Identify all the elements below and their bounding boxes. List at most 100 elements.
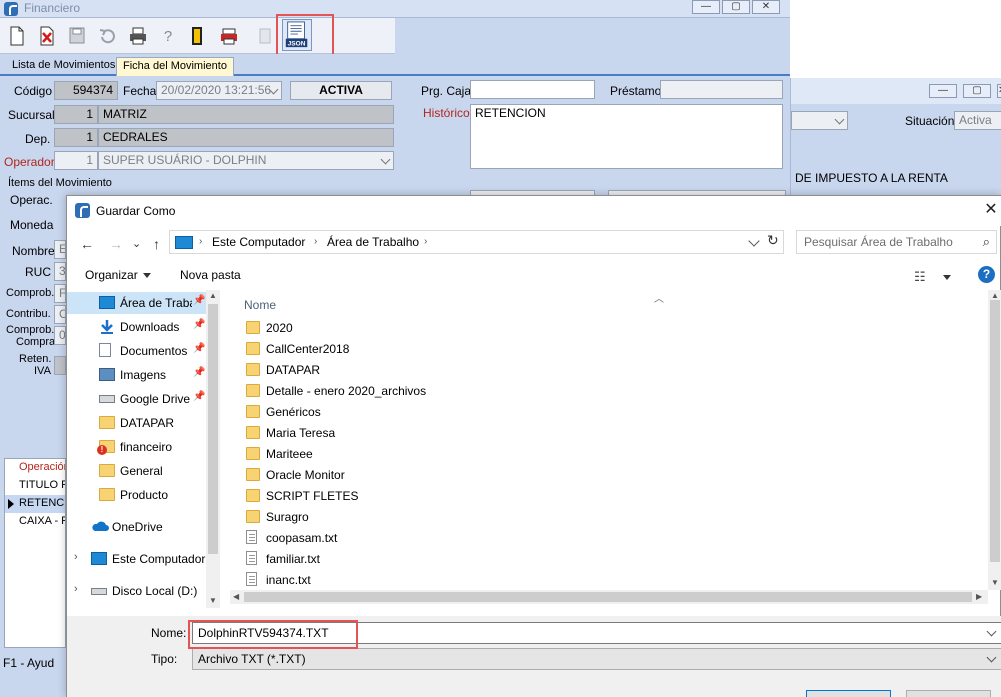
- maximize-button[interactable]: ▢: [963, 84, 991, 98]
- file-scrollbar-thumb[interactable]: [990, 300, 1000, 562]
- printer-red-icon[interactable]: [216, 22, 242, 50]
- scroll-up-icon[interactable]: ▲: [209, 291, 217, 300]
- contribu-field[interactable]: C: [54, 305, 66, 324]
- app-title-bar: Financiero — ▢ ✕: [0, 0, 790, 18]
- tab-ficha-movimiento[interactable]: Ficha del Movimiento: [116, 57, 234, 76]
- nav-item-downloads[interactable]: Downloads 📌: [67, 316, 207, 338]
- secondary-select[interactable]: [791, 111, 848, 130]
- pin-icon: 📌: [193, 391, 206, 402]
- comprob-compra-field[interactable]: 00: [54, 326, 66, 345]
- recent-chevron-icon[interactable]: ⌄: [132, 237, 141, 250]
- exit-door-icon[interactable]: [184, 22, 210, 50]
- breadcrumb-computer[interactable]: Este Computador: [212, 235, 305, 249]
- sucursal-num-field[interactable]: 1: [54, 105, 98, 124]
- nav-scrollbar-thumb[interactable]: [208, 304, 218, 554]
- expand-chevron-icon[interactable]: ›: [74, 551, 78, 563]
- scroll-down-icon[interactable]: ▼: [991, 578, 999, 587]
- nav-item-datapar[interactable]: DATAPAR: [67, 412, 207, 434]
- folder-icon: [246, 468, 260, 481]
- back-arrow-icon[interactable]: ←: [80, 236, 94, 252]
- forward-arrow-icon[interactable]: →: [109, 236, 123, 252]
- historico-textarea[interactable]: RETENCION: [470, 104, 783, 169]
- help-icon[interactable]: ?: [978, 266, 995, 283]
- nav-item-general[interactable]: General: [67, 460, 207, 482]
- save-button[interactable]: [806, 690, 891, 697]
- table-row[interactable]: TITULO F: [5, 477, 65, 495]
- dep-num-field[interactable]: 1: [54, 128, 98, 147]
- refresh-icon[interactable]: ↻: [767, 232, 779, 249]
- dep-name-field: CEDRALES: [98, 128, 394, 147]
- nav-item-this-pc[interactable]: › Este Computador: [67, 548, 207, 570]
- minimize-button[interactable]: —: [929, 84, 957, 98]
- undo-icon[interactable]: [94, 22, 120, 50]
- new-folder-button[interactable]: Nova pasta: [180, 268, 241, 282]
- drive-icon: [99, 395, 115, 403]
- new-document-icon[interactable]: [4, 22, 30, 50]
- situacion-field[interactable]: Activa: [954, 111, 1001, 130]
- close-button[interactable]: ✕: [752, 0, 780, 14]
- file-name: Mariteee: [266, 447, 313, 461]
- address-dropdown-icon[interactable]: [748, 235, 760, 247]
- fecha-field[interactable]: 20/02/2020 13:21:56: [156, 81, 282, 100]
- delete-document-icon[interactable]: [34, 22, 60, 50]
- filetype-select[interactable]: Archivo TXT (*.TXT): [192, 648, 1001, 670]
- chevron-down-icon[interactable]: [986, 626, 997, 637]
- onedrive-cloud-icon: [91, 520, 109, 533]
- table-row-selected[interactable]: RETENC: [5, 495, 65, 513]
- filename-input[interactable]: DolphinRTV594374.TXT: [192, 622, 1001, 644]
- operador-select[interactable]: SUPER USUÁRIO - DOLPHIN: [98, 151, 394, 170]
- nav-item-pictures[interactable]: Imagens 📌: [67, 364, 207, 386]
- table-row[interactable]: CAIXA - P: [5, 513, 65, 531]
- nav-item-disk-d[interactable]: › Disco Local (D:): [67, 580, 207, 602]
- nav-item-label: Imagens: [120, 368, 167, 382]
- nav-scrollbar[interactable]: ▲ ▼: [206, 290, 220, 608]
- address-bar[interactable]: › Este Computador › Área de Trabalho ›: [169, 230, 784, 254]
- help-icon[interactable]: ?: [155, 22, 181, 50]
- cancel-button[interactable]: [906, 690, 991, 697]
- moneda-label: Moneda: [10, 218, 54, 232]
- nav-item-google-drive[interactable]: Google Drive 📌: [67, 388, 207, 410]
- breadcrumb-desktop[interactable]: Área de Trabalho: [327, 235, 419, 249]
- view-options-icon[interactable]: ☷: [914, 269, 926, 285]
- nav-item-documents[interactable]: Documentos 📌: [67, 340, 207, 362]
- nav-item-label: Disco Local (D:): [112, 584, 198, 598]
- prestamo-field[interactable]: [660, 80, 783, 99]
- pin-icon: 📌: [193, 367, 206, 378]
- nombre-field[interactable]: E: [54, 240, 66, 259]
- caret-down-icon: [142, 273, 151, 279]
- scroll-up-icon[interactable]: ▲: [991, 291, 999, 300]
- organize-button[interactable]: Organizar: [85, 268, 151, 282]
- close-icon[interactable]: ✕: [980, 196, 1001, 226]
- operador-num-field[interactable]: 1: [54, 151, 98, 170]
- nav-item-financeiro[interactable]: ! financeiro: [67, 436, 207, 458]
- minimize-button[interactable]: —: [692, 0, 720, 14]
- folder-icon: [246, 342, 260, 355]
- reten-iva-field[interactable]: [54, 356, 66, 375]
- json-export-button[interactable]: JSON: [282, 19, 312, 51]
- nav-item-onedrive[interactable]: OneDrive: [67, 516, 207, 538]
- nav-item-label: Documentos: [120, 344, 188, 358]
- codigo-field[interactable]: 594374: [54, 81, 118, 100]
- prg-caja-field[interactable]: [470, 80, 595, 99]
- historico-label: Histórico: [423, 106, 470, 120]
- search-input[interactable]: Pesquisar Área de Trabalho ⌕: [796, 230, 997, 254]
- scroll-down-icon[interactable]: ▼: [209, 596, 217, 605]
- file-hscrollbar-thumb[interactable]: [244, 592, 972, 602]
- expand-chevron-icon[interactable]: ›: [74, 583, 78, 595]
- file-vertical-scrollbar[interactable]: ▲ ▼: [988, 290, 1001, 590]
- save-icon[interactable]: [64, 22, 90, 50]
- close-button[interactable]: ✕: [997, 84, 1001, 98]
- comprob-field[interactable]: F: [54, 284, 66, 303]
- file-horizontal-scrollbar[interactable]: ◀ ▶: [230, 590, 988, 604]
- nav-item-desktop[interactable]: Área de Trabalho 📌: [67, 292, 207, 314]
- up-arrow-icon[interactable]: ↑: [153, 236, 160, 252]
- nav-item-producto[interactable]: Producto: [67, 484, 207, 506]
- scroll-right-icon[interactable]: ▶: [976, 592, 982, 601]
- ruc-field[interactable]: 30: [54, 262, 66, 281]
- tab-lista-movimientos[interactable]: Lista de Movimientos: [6, 57, 121, 76]
- column-header-name[interactable]: Nome: [244, 298, 276, 312]
- scroll-left-icon[interactable]: ◀: [233, 592, 239, 601]
- print-icon[interactable]: [125, 22, 151, 50]
- view-dropdown-icon[interactable]: [943, 275, 951, 280]
- maximize-button[interactable]: ▢: [722, 0, 750, 14]
